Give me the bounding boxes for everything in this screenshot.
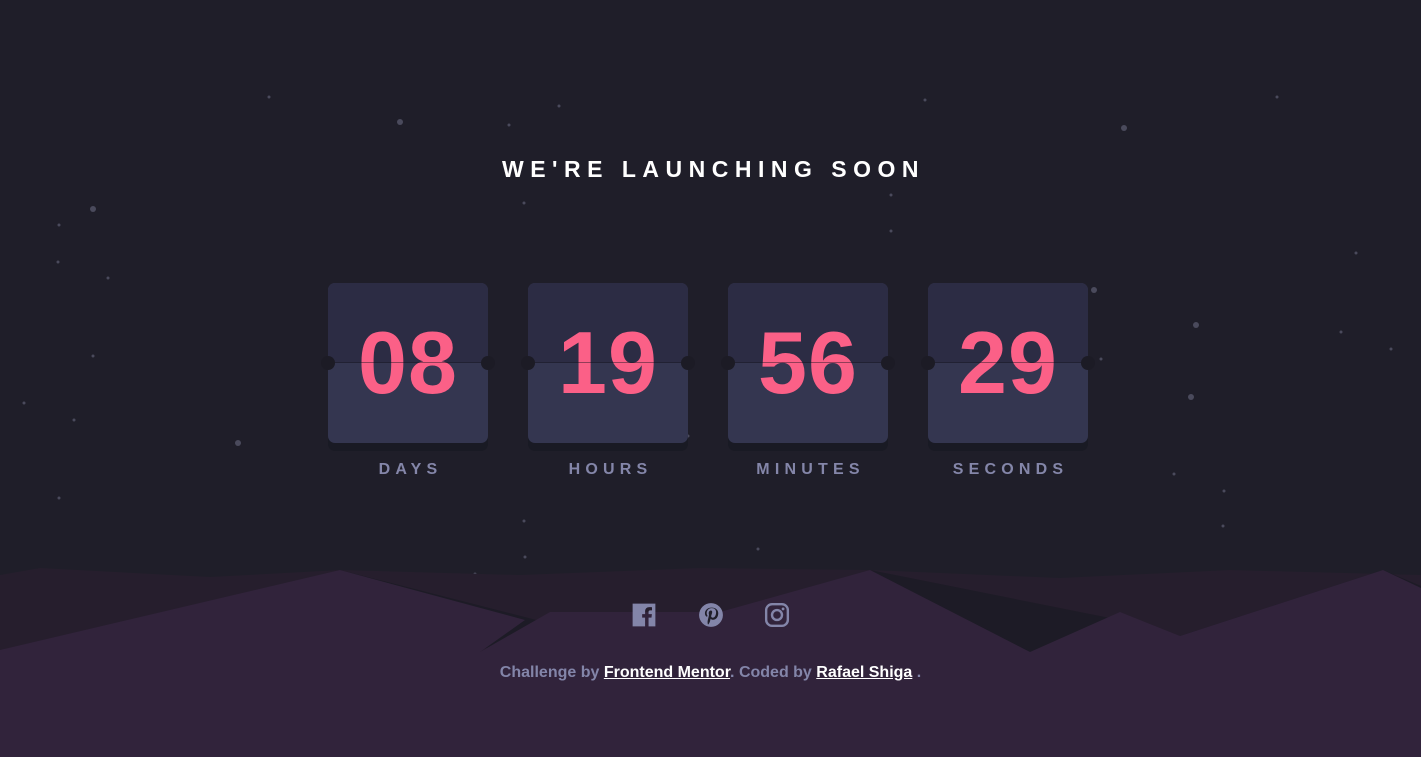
card-seam (528, 362, 688, 363)
card-seam (728, 362, 888, 363)
author-link[interactable]: Rafael Shiga (816, 664, 912, 681)
card-notch (1081, 356, 1095, 370)
facebook-link[interactable] (631, 602, 657, 628)
pinterest-icon (698, 603, 723, 627)
countdown-minutes: 56 MINUTES (721, 283, 895, 479)
card-notch (481, 356, 495, 370)
card-seam (928, 362, 1088, 363)
instagram-icon (764, 602, 789, 628)
seconds-value: 29 (958, 313, 1058, 412)
hours-label: HOURS (568, 461, 653, 478)
flip-card: 08 (328, 283, 488, 443)
hills-background (0, 568, 1421, 757)
hours-value: 19 (558, 313, 658, 412)
frontend-mentor-link[interactable]: Frontend Mentor (604, 664, 730, 681)
days-value: 08 (358, 313, 458, 412)
seconds-label: SECONDS (952, 461, 1069, 478)
social-links (0, 602, 1421, 633)
card-notch (921, 356, 935, 370)
instagram-link[interactable] (764, 602, 790, 628)
card-seam (328, 362, 488, 363)
minutes-value: 56 (758, 313, 858, 412)
flip-card: 29 (928, 283, 1088, 443)
countdown-days: 08 DAYS (321, 283, 495, 479)
page-title: WE'RE LAUNCHING SOON (502, 156, 925, 182)
facebook-icon (632, 603, 656, 627)
days-label: DAYS (378, 461, 443, 478)
card-notch (721, 356, 735, 370)
attribution-suffix: . (912, 664, 922, 681)
card-notch (681, 356, 695, 370)
countdown-seconds: 29 SECONDS (921, 283, 1095, 479)
minutes-label: MINUTES (756, 461, 865, 478)
flip-card: 56 (728, 283, 888, 443)
attribution-middle: . Coded by (730, 664, 817, 681)
card-notch (881, 356, 895, 370)
card-notch (521, 356, 535, 370)
pinterest-link[interactable] (698, 602, 724, 628)
attribution: Challenge by Frontend Mentor. Coded by R… (0, 664, 1421, 682)
countdown-hours: 19 HOURS (521, 283, 695, 479)
card-notch (321, 356, 335, 370)
attribution-prefix: Challenge by (499, 664, 604, 681)
flip-card: 19 (528, 283, 688, 443)
countdown-page: WE'RE LAUNCHING SOON 08 DAYS 19 HOURS 56… (0, 0, 1421, 757)
